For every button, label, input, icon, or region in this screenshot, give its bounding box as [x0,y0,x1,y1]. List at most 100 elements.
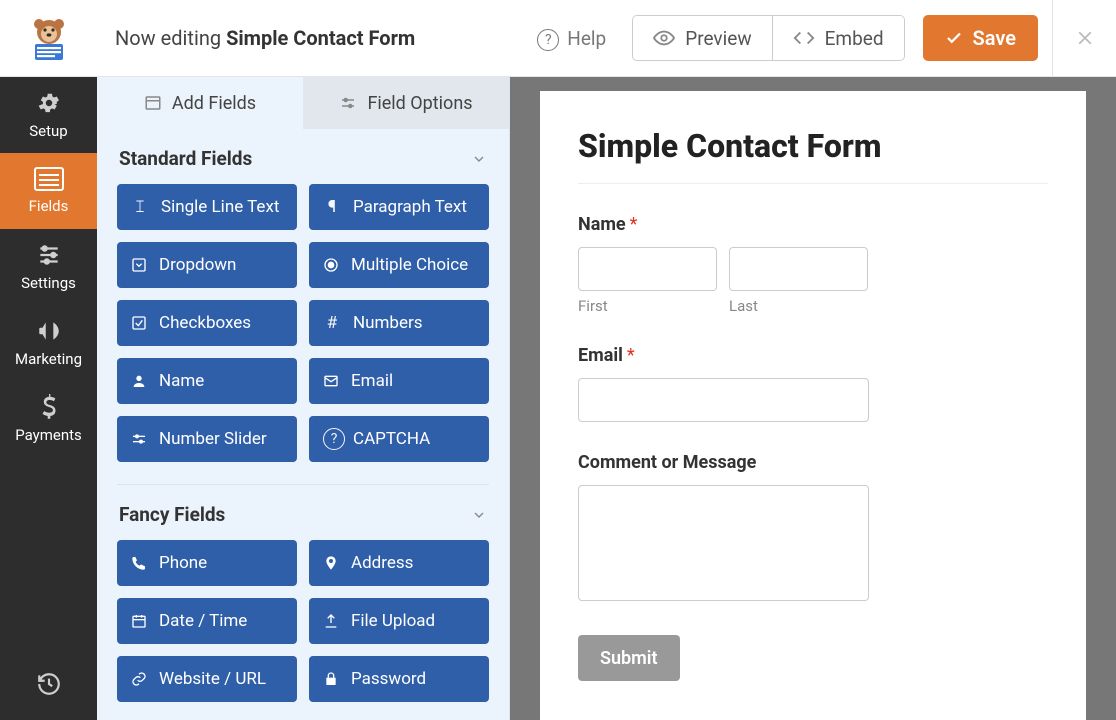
field-label: Address [351,553,413,573]
calendar-icon [131,613,147,629]
text-cursor-icon: 𝙸 [131,197,149,217]
nav-settings-label: Settings [21,274,76,292]
app-logo [0,0,97,77]
field-label: Phone [159,553,207,573]
code-icon [793,27,815,49]
nav-setup[interactable]: Setup [0,77,97,153]
paragraph-icon: ¶ [323,197,341,217]
field-file-upload[interactable]: File Upload [309,598,489,644]
phone-icon [131,555,147,571]
group-standard-title: Standard Fields [119,147,252,170]
close-icon [1074,27,1096,49]
field-numbers[interactable]: #Numbers [309,300,489,346]
tab-add-label: Add Fields [172,93,256,114]
embed-label: Embed [825,27,884,50]
close-button[interactable] [1052,0,1116,77]
form-field-name[interactable]: Name* First Last [578,214,1048,315]
checkbox-icon [131,315,147,331]
form-title: Simple Contact Form [578,127,1048,184]
field-paragraph-text[interactable]: ¶ Paragraph Text [309,184,489,230]
embed-button[interactable]: Embed [772,16,904,60]
fancy-field-grid: Phone Address Date / Time File Upload We… [97,540,509,702]
question-icon [323,428,341,450]
submit-button[interactable]: Submit [578,635,680,681]
form-name: Simple Contact Form [226,26,415,50]
save-button[interactable]: Save [923,15,1038,61]
top-actions: Help Preview Embed Save [519,0,1116,77]
help-label: Help [567,27,606,50]
chevron-down-icon [471,507,487,523]
preview-button[interactable]: Preview [633,16,771,60]
form-card[interactable]: Simple Contact Form Name* First Last Ema… [540,91,1086,720]
hash-icon: # [323,313,341,333]
field-name[interactable]: Name [117,358,297,404]
envelope-icon [323,373,339,389]
field-single-line-text[interactable]: 𝙸 Single Line Text [117,184,297,230]
group-fancy-title: Fancy Fields [119,503,225,526]
lock-icon [323,671,339,687]
required-asterisk: * [627,345,635,366]
page-title: Now editing Simple Contact Form [97,26,519,50]
tab-add-fields[interactable]: Add Fields [97,77,303,129]
field-label: File Upload [351,611,435,631]
standard-field-grid: 𝙸 Single Line Text ¶ Paragraph Text Dropdo… [97,184,509,462]
last-name-input[interactable] [729,247,868,291]
save-label: Save [973,26,1016,50]
field-website-url[interactable]: Website / URL [117,656,297,702]
nav-marketing-label: Marketing [15,350,82,368]
nav-marketing[interactable]: Marketing [0,305,97,381]
nav-payments[interactable]: Payments [0,381,97,457]
group-standard-header[interactable]: Standard Fields [97,129,509,184]
nav-settings[interactable]: Settings [0,229,97,305]
link-icon [131,671,147,687]
user-icon [131,373,147,389]
top-bar: Now editing Simple Contact Form Help Pre… [0,0,1116,77]
gear-icon [36,90,62,116]
field-label: Name [159,371,204,391]
first-sublabel: First [578,297,717,315]
last-sublabel: Last [729,297,868,315]
nav-fields[interactable]: Fields [0,153,97,229]
help-button[interactable]: Help [519,15,624,61]
required-asterisk: * [630,214,638,235]
sliders-small-icon [339,94,357,112]
comment-label: Comment or Message [578,452,1048,473]
form-field-email[interactable]: Email* [578,345,1048,422]
nav-setup-label: Setup [29,122,67,140]
field-label: Number Slider [159,429,267,449]
form-field-comment[interactable]: Comment or Message [578,452,1048,605]
history-button[interactable] [0,648,97,720]
tab-field-options[interactable]: Field Options [303,77,509,129]
first-name-input[interactable] [578,247,717,291]
caret-square-icon [131,257,147,273]
form-icon [34,167,64,191]
email-input[interactable] [578,378,869,422]
group-fancy-header[interactable]: Fancy Fields [97,485,509,540]
field-label: Website / URL [159,669,266,689]
field-label: Single Line Text [161,197,279,217]
field-password[interactable]: Password [309,656,489,702]
field-date-time[interactable]: Date / Time [117,598,297,644]
field-label: Email [351,371,393,391]
chevron-down-icon [471,151,487,167]
name-label: Name* [578,214,1048,235]
field-dropdown[interactable]: Dropdown [117,242,297,288]
upload-icon [323,613,339,629]
map-pin-icon [323,555,339,571]
field-multiple-choice[interactable]: Multiple Choice [309,242,489,288]
nav-payments-label: Payments [15,426,82,444]
email-label: Email* [578,345,1048,366]
radio-icon [323,257,339,273]
field-phone[interactable]: Phone [117,540,297,586]
panel-tabs: Add Fields Field Options [97,77,509,129]
field-label: Paragraph Text [353,197,467,217]
preview-label: Preview [685,27,751,50]
field-number-slider[interactable]: Number Slider [117,416,297,462]
panel-scroll[interactable]: Standard Fields 𝙸 Single Line Text ¶ Parag… [97,129,509,720]
field-checkboxes[interactable]: Checkboxes [117,300,297,346]
preview-embed-group: Preview Embed [632,15,904,61]
field-address[interactable]: Address [309,540,489,586]
field-captcha[interactable]: CAPTCHA [309,416,489,462]
field-email[interactable]: Email [309,358,489,404]
comment-textarea[interactable] [578,485,869,601]
